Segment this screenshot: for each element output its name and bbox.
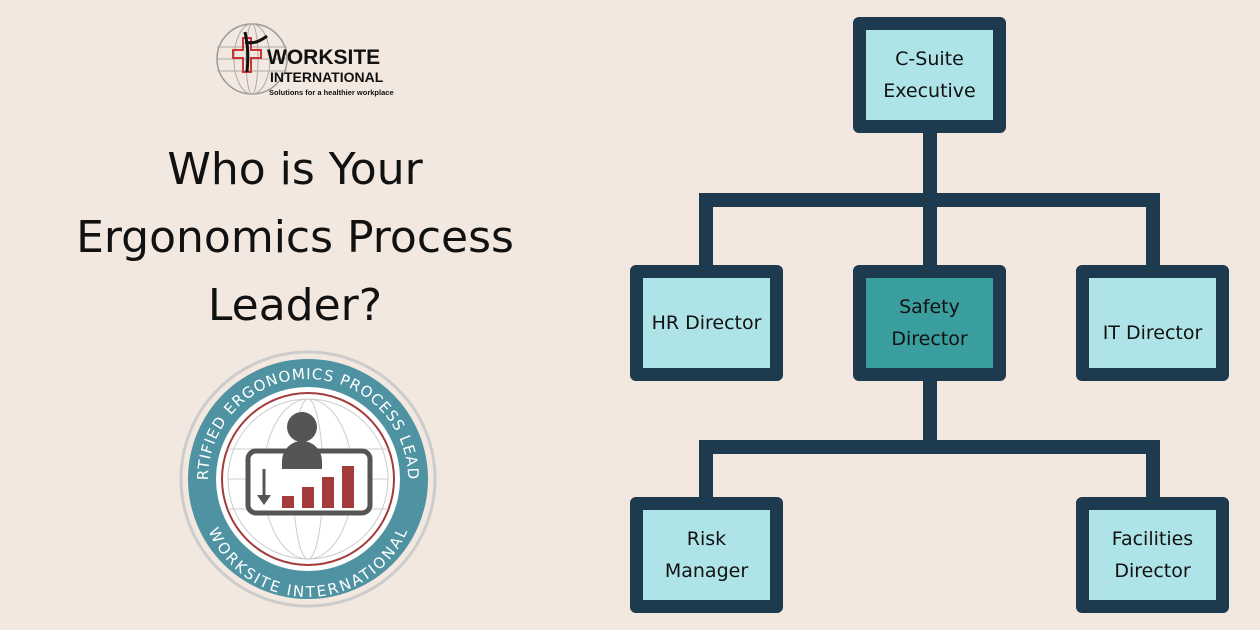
svg-text:WORKSITE: WORKSITE xyxy=(267,46,380,69)
certified-badge: CERTIFIED ERGONOMICS PROCESS LEADER WORK… xyxy=(178,349,437,608)
headline-line: Leader? xyxy=(207,280,383,331)
worksite-logo: WORKSITE INTERNATIONAL Solutions for a h… xyxy=(216,23,394,97)
node-label: Risk xyxy=(686,528,727,550)
svg-text:INTERNATIONAL: INTERNATIONAL xyxy=(270,69,384,85)
org-node-facilities-director: Facilities Director xyxy=(1076,497,1229,613)
headline-line: Who is Your xyxy=(167,144,423,195)
connector xyxy=(699,440,1160,454)
node-label: Facilities xyxy=(1111,528,1194,550)
org-node-safety-director: Safety Director xyxy=(853,265,1006,381)
node-label: IT Director xyxy=(1102,322,1203,344)
node-label: Manager xyxy=(664,560,749,582)
connector xyxy=(699,440,713,500)
org-node-it-director: IT Director xyxy=(1076,265,1229,381)
connector xyxy=(699,193,713,268)
headline-line: Ergonomics Process xyxy=(76,212,514,263)
connector xyxy=(1146,440,1160,500)
svg-text:Solutions for a healthier work: Solutions for a healthier workplace xyxy=(269,88,394,97)
connector xyxy=(1146,193,1160,268)
infographic: WORKSITE INTERNATIONAL Solutions for a h… xyxy=(0,0,1260,630)
connector xyxy=(699,193,1160,207)
org-node-risk-manager: Risk Manager xyxy=(630,497,783,613)
node-label: C-Suite xyxy=(895,48,964,70)
node-label: Safety xyxy=(899,296,960,318)
headline: Who is Your Ergonomics Process Leader? xyxy=(20,136,570,340)
org-node-c-suite: C-Suite Executive xyxy=(853,17,1006,133)
node-label: Director xyxy=(891,328,968,350)
node-label: Director xyxy=(1114,560,1191,582)
node-label: HR Director xyxy=(651,312,762,334)
org-node-hr-director: HR Director xyxy=(630,265,783,381)
node-label: Executive xyxy=(883,80,976,102)
